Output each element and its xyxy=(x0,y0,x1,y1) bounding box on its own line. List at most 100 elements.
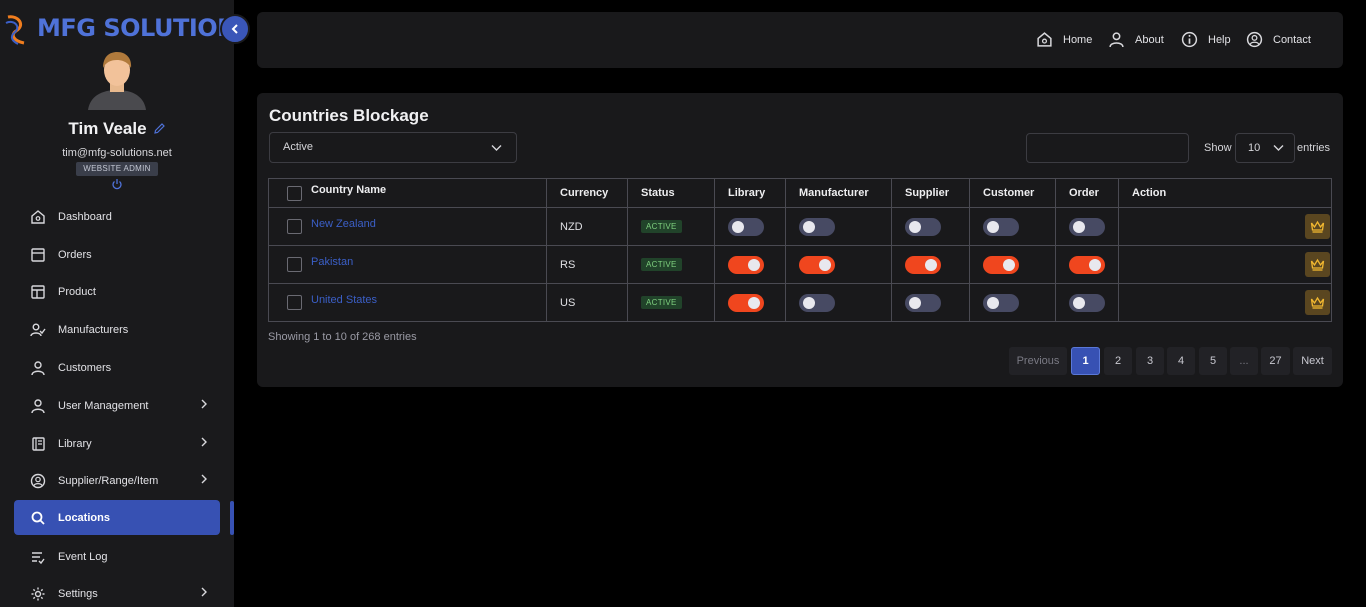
column-label: Country Name xyxy=(311,183,387,196)
library-toggle[interactable] xyxy=(728,255,764,274)
sidebar-item-locations[interactable]: Locations xyxy=(14,500,220,535)
cell-order xyxy=(1055,207,1119,246)
pagination-previous[interactable]: Previous xyxy=(1009,347,1067,375)
role-badge: WEBSITE ADMIN xyxy=(76,162,158,176)
sidebar-item-manufacturers[interactable]: Manufacturers xyxy=(14,312,220,347)
sidebar-item-library[interactable]: Library xyxy=(14,426,220,461)
pagination-page-5[interactable]: 5 xyxy=(1199,347,1227,375)
nav-about-label: About xyxy=(1135,33,1164,46)
chevron-down-icon xyxy=(1273,145,1284,151)
country-link[interactable]: New Zealand xyxy=(311,218,376,230)
sidebar-item-settings[interactable]: Settings xyxy=(14,576,220,607)
supplier-toggle[interactable] xyxy=(905,255,941,274)
column-header-library[interactable]: Library xyxy=(714,178,786,208)
supplier-toggle[interactable] xyxy=(905,293,941,312)
sidebar-item-supplier-range-item[interactable]: Supplier/Range/Item xyxy=(14,463,220,498)
action-button[interactable] xyxy=(1305,214,1330,239)
crown-icon xyxy=(1310,296,1325,309)
entries-per-page-select[interactable]: 10 xyxy=(1235,133,1295,163)
column-header-customer[interactable]: Customer xyxy=(969,178,1056,208)
sidebar-item-orders[interactable]: Orders xyxy=(14,237,220,272)
status-filter-select[interactable]: Active xyxy=(269,132,517,163)
column-header-action: Action xyxy=(1118,178,1332,208)
currency-value: NZD xyxy=(560,220,583,233)
action-button[interactable] xyxy=(1305,290,1330,315)
cell-action xyxy=(1118,245,1332,284)
cell-currency: NZD xyxy=(546,207,628,246)
customer-toggle[interactable] xyxy=(983,255,1019,274)
sidebar-item-product[interactable]: Product xyxy=(14,274,220,309)
pencil-icon xyxy=(153,122,165,134)
sidebar-item-customers[interactable]: Customers xyxy=(14,350,220,385)
pagination-page-4[interactable]: 4 xyxy=(1167,347,1195,375)
brand-logo[interactable]: MFG SOLUTION xyxy=(4,11,254,47)
pagination-page-27[interactable]: 27 xyxy=(1261,347,1290,375)
search-input[interactable] xyxy=(1026,133,1189,163)
supplier-toggle[interactable] xyxy=(905,217,941,236)
sidebar-item-event-log[interactable]: Event Log xyxy=(14,539,220,574)
layout-icon xyxy=(28,282,48,302)
sidebar: MFG SOLUTION Tim Veale tim@mfg-solutions… xyxy=(0,0,250,607)
column-header-manufacturer[interactable]: Manufacturer xyxy=(785,178,892,208)
user-name: Tim Veale xyxy=(68,119,147,138)
manufacturer-toggle[interactable] xyxy=(799,217,835,236)
edit-profile-button[interactable] xyxy=(153,120,166,140)
select-all-checkbox[interactable] xyxy=(287,185,302,201)
user-icon xyxy=(1109,32,1124,48)
info-icon xyxy=(1181,31,1198,48)
chevron-down-icon xyxy=(491,145,502,151)
currency-value: US xyxy=(560,296,576,309)
library-toggle[interactable] xyxy=(728,293,764,312)
cell-library xyxy=(714,207,786,246)
order-toggle[interactable] xyxy=(1069,255,1105,274)
column-header-order[interactable]: Order xyxy=(1055,178,1119,208)
cell-supplier xyxy=(891,207,970,246)
library-toggle[interactable] xyxy=(728,217,764,236)
chevron-right-icon xyxy=(201,437,207,447)
column-header-status[interactable]: Status xyxy=(627,178,715,208)
action-button[interactable] xyxy=(1305,252,1330,277)
logo-swirl-icon xyxy=(5,15,25,45)
pagination-page-1[interactable]: 1 xyxy=(1071,347,1100,375)
column-label: Currency xyxy=(560,187,609,199)
cell-currency: RS xyxy=(546,245,628,284)
customer-toggle[interactable] xyxy=(983,217,1019,236)
column-label: Status xyxy=(641,187,675,199)
column-header-supplier[interactable]: Supplier xyxy=(891,178,970,208)
column-header-country[interactable]: Country Name xyxy=(268,178,547,208)
row-checkbox[interactable] xyxy=(287,295,302,310)
manufacturer-toggle[interactable] xyxy=(799,255,835,274)
home-icon xyxy=(1037,32,1052,47)
sidebar-item-dashboard[interactable]: Dashboard xyxy=(14,199,220,234)
power-icon[interactable] xyxy=(111,178,123,190)
cell-supplier xyxy=(891,245,970,284)
row-checkbox[interactable] xyxy=(287,257,302,272)
manufacturer-toggle[interactable] xyxy=(799,293,835,312)
pagination-page-2[interactable]: 2 xyxy=(1104,347,1132,375)
table-info: Showing 1 to 10 of 268 entries xyxy=(268,331,417,343)
status-filter-value: Active xyxy=(283,141,313,153)
pagination-page-3[interactable]: 3 xyxy=(1136,347,1164,375)
nav-home-link[interactable]: Home xyxy=(1036,31,1092,48)
order-toggle[interactable] xyxy=(1069,217,1105,236)
column-header-currency[interactable]: Currency xyxy=(546,178,628,208)
nav-contact-link[interactable]: Contact xyxy=(1246,31,1311,48)
pagination-next[interactable]: Next xyxy=(1293,347,1332,375)
customer-toggle[interactable] xyxy=(983,293,1019,312)
nav-help-link[interactable]: Help xyxy=(1181,31,1231,48)
country-link[interactable]: United States xyxy=(311,294,377,306)
cell-order xyxy=(1055,245,1119,284)
sidebar-collapse-button[interactable] xyxy=(220,14,250,44)
cell-country: New Zealand xyxy=(268,207,547,246)
table-header-row: Country Name Currency Status Library Man… xyxy=(268,178,1332,208)
home-icon xyxy=(28,207,48,227)
sidebar-item-user-management[interactable]: User Management xyxy=(14,388,220,423)
nav-about-link[interactable]: About xyxy=(1108,31,1164,48)
order-toggle[interactable] xyxy=(1069,293,1105,312)
country-link[interactable]: Pakistan xyxy=(311,256,353,268)
cell-manufacturer xyxy=(785,207,892,246)
nav-contact-label: Contact xyxy=(1273,33,1311,46)
cell-library xyxy=(714,283,786,322)
sidebar-item-label: Customers xyxy=(58,361,112,374)
row-checkbox[interactable] xyxy=(287,219,302,234)
